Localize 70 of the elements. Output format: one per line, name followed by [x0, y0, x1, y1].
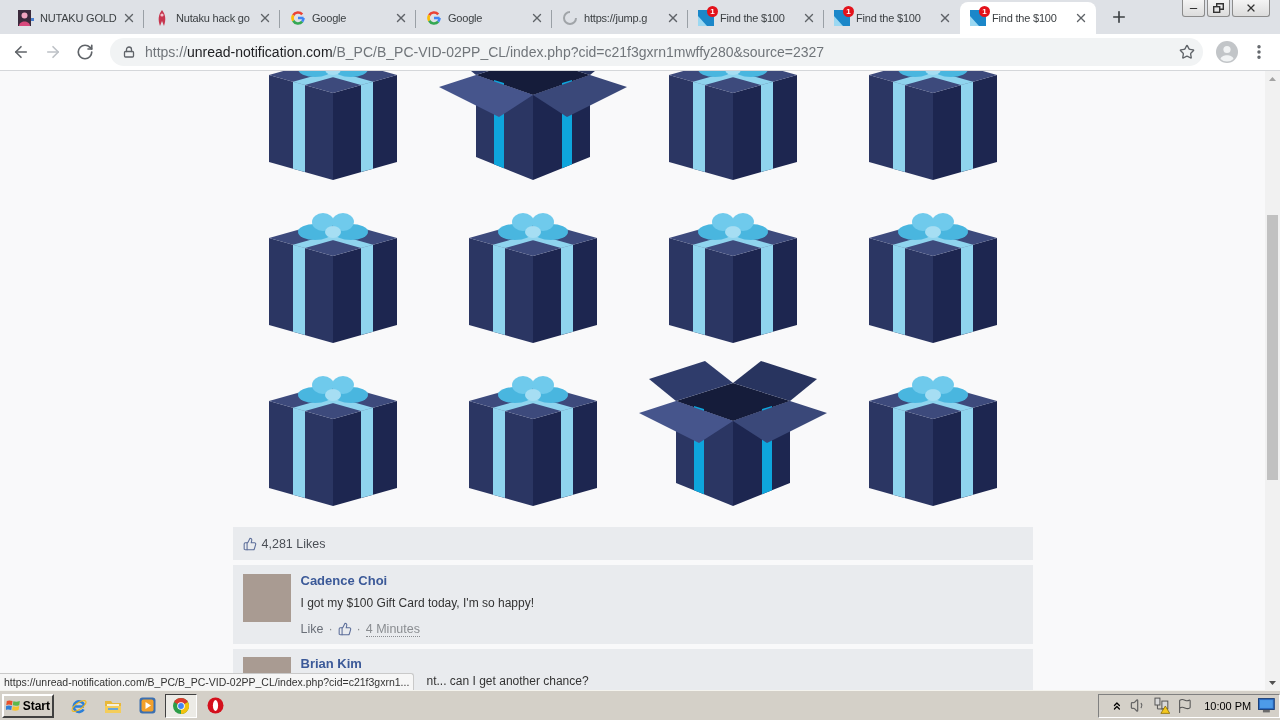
restore-icon	[1213, 3, 1224, 13]
monitor-icon[interactable]	[1258, 698, 1275, 713]
tab[interactable]: NUTAKU GOLD	[8, 2, 144, 34]
ring-logo-icon[interactable]	[206, 697, 224, 714]
back-icon[interactable]	[12, 43, 30, 61]
tab[interactable]: Nutaku hack go	[144, 2, 280, 34]
tab[interactable]: 1 Find the $100	[688, 2, 824, 34]
gift-box-icon[interactable]	[268, 373, 397, 506]
thumbs-up-icon[interactable]	[242, 536, 257, 551]
url-text: https://unread-notification.com/B_PC/B_PC-VID-02PP_CL/index.php?cid=c21f3gxrn1mwffy280&source=2327	[145, 44, 825, 60]
tab[interactable]: 1 Find the $100	[824, 2, 960, 34]
reload-icon[interactable]	[76, 43, 94, 61]
notification-badge: 1	[979, 6, 990, 17]
close-icon[interactable]	[394, 11, 408, 25]
g-logo-icon	[426, 10, 442, 26]
open-box-icon[interactable]	[638, 361, 827, 506]
start-button[interactable]: Start	[2, 693, 54, 718]
square-logo-icon	[970, 10, 986, 26]
square-logo-icon	[834, 10, 850, 26]
gift-box-icon[interactable]	[868, 210, 997, 343]
separator-dot: ·	[328, 621, 333, 637]
comment-text: nt... can I get another chance?	[426, 675, 589, 688]
gift-box-icon[interactable]	[868, 373, 997, 506]
close-icon	[1245, 2, 1257, 14]
close-icon[interactable]	[258, 11, 272, 25]
gift-box-icon[interactable]	[868, 71, 997, 180]
like-link[interactable]: Like	[300, 621, 324, 637]
gift-box-icon[interactable]	[668, 71, 797, 180]
tab[interactable]: Google	[280, 2, 416, 34]
gift-box-icon[interactable]	[468, 210, 597, 343]
flag-icon[interactable]	[1177, 697, 1194, 714]
scrollbar-thumb[interactable]	[1267, 215, 1278, 480]
portrait-icon	[18, 10, 34, 26]
address-field[interactable]: https://unread-notification.com/B_PC/B_PC-VID-02PP_CL/index.php?cid=c21f3gxrn1mwffy280&source=2327	[110, 38, 1203, 66]
clock: 10:00 PM	[1204, 699, 1252, 712]
scroll-down-icon[interactable]	[1269, 680, 1276, 685]
square-logo-icon	[698, 10, 714, 26]
bookmark-star-icon[interactable]	[1179, 44, 1195, 60]
tab[interactable]: Google	[416, 2, 552, 34]
lock-icon	[123, 46, 135, 58]
gift-box-icon[interactable]	[268, 210, 397, 343]
close-icon[interactable]	[530, 11, 544, 25]
close-icon[interactable]	[802, 11, 816, 25]
plus-icon[interactable]	[1110, 8, 1128, 26]
restore-button[interactable]	[1207, 0, 1230, 17]
close-icon[interactable]	[1074, 11, 1088, 25]
close-icon[interactable]	[938, 11, 952, 25]
g-logo-icon	[290, 10, 306, 26]
play-icon[interactable]	[138, 697, 156, 714]
comment-text: I got my $100 Gift Card today, I'm so happy!	[300, 595, 534, 611]
thumbs-up-icon[interactable]	[337, 622, 352, 636]
close-icon[interactable]	[666, 11, 680, 25]
gift-box-icon[interactable]	[668, 210, 797, 343]
commenter-name[interactable]: Brian Kim	[300, 656, 589, 672]
tab[interactable]: https://jump.g	[552, 2, 688, 34]
notification-badge: 1	[707, 6, 718, 17]
gift-box-icon[interactable]	[268, 71, 397, 180]
open-box-icon[interactable]	[438, 71, 627, 180]
avatar-placeholder	[242, 574, 291, 622]
loading-spinner-icon	[563, 11, 577, 25]
network-icon[interactable]	[1153, 697, 1171, 714]
taskbar-button[interactable]	[165, 693, 197, 718]
commenter-name[interactable]: Cadence Choi	[300, 573, 534, 589]
notification-badge: 1	[843, 6, 854, 17]
separator-dot: ·	[356, 621, 361, 637]
likes-count: 4,281 Likes	[261, 536, 326, 551]
circle-logo-icon[interactable]	[172, 696, 190, 715]
tab[interactable]: 1 Find the $100	[960, 2, 1096, 34]
gift-box-icon[interactable]	[468, 373, 597, 506]
status-url: https://unread-notification.com/B_PC/B_PC-VID-02PP_CL/index.php?cid=c21f3gxrn1...	[0, 673, 415, 690]
